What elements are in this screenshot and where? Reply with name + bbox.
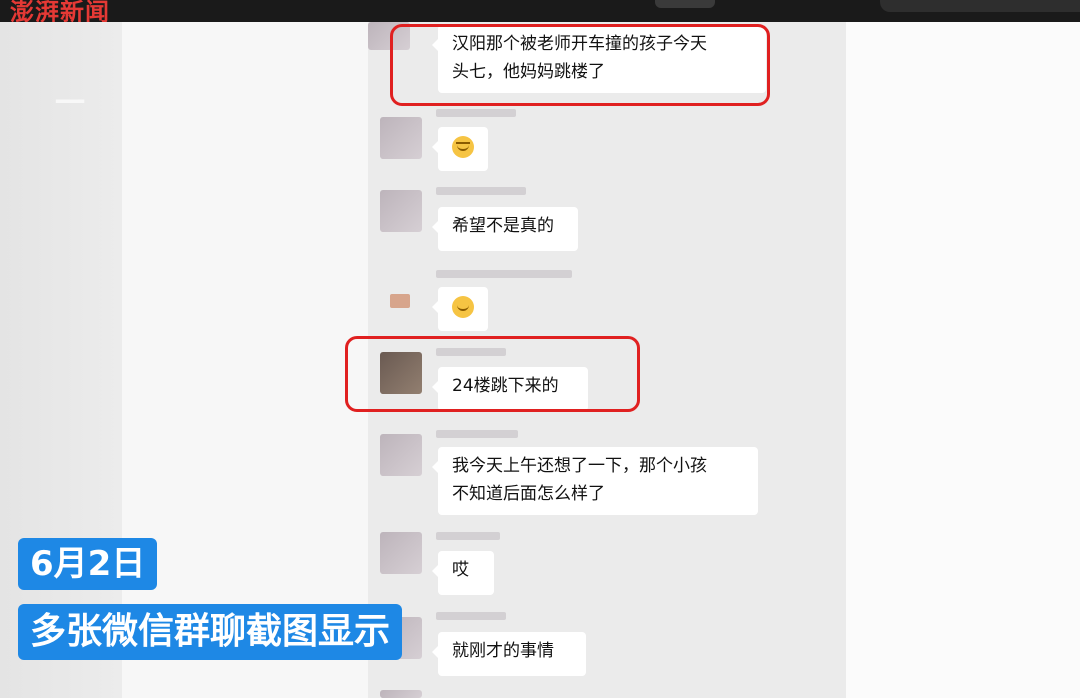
chat-message-line: 我今天上午还想了一下，那个小孩 <box>452 456 707 476</box>
channel-watermark: 一 <box>55 86 85 121</box>
highlight-box <box>345 336 640 412</box>
avatar <box>390 294 410 308</box>
subtitle-caption: 多张微信群聊截图显示 <box>18 604 403 660</box>
avatar <box>380 434 422 476</box>
video-top-bar: 澎湃新闻 <box>0 0 1080 26</box>
avatar <box>380 690 422 698</box>
chat-message: 哎 <box>432 551 494 595</box>
sender-name <box>436 532 500 540</box>
top-bar-tab <box>655 0 715 8</box>
chat-message: 就刚才的事情 <box>432 632 586 676</box>
sender-name <box>436 187 526 195</box>
top-bar-search <box>880 0 1080 12</box>
sender-name <box>436 270 572 278</box>
avatar <box>380 532 422 574</box>
smile-face-icon <box>452 296 474 318</box>
sender-name <box>436 430 518 438</box>
background-panel <box>122 22 368 698</box>
angry-face-icon <box>452 136 474 158</box>
chat-message <box>432 127 488 171</box>
sender-name <box>436 109 516 117</box>
highlight-box <box>390 24 770 106</box>
sender-name <box>436 612 506 620</box>
avatar <box>380 190 422 232</box>
date-caption: 6月2日 <box>18 538 158 590</box>
blurred-background-left <box>0 22 122 698</box>
chat-message <box>432 287 488 331</box>
avatar <box>380 117 422 159</box>
chat-message: 我今天上午还想了一下，那个小孩 不知道后面怎么样了 <box>432 447 758 515</box>
chat-message: 希望不是真的 <box>432 207 578 251</box>
chat-message-line: 不知道后面怎么样了 <box>452 484 605 504</box>
background-panel-right <box>846 22 1080 698</box>
